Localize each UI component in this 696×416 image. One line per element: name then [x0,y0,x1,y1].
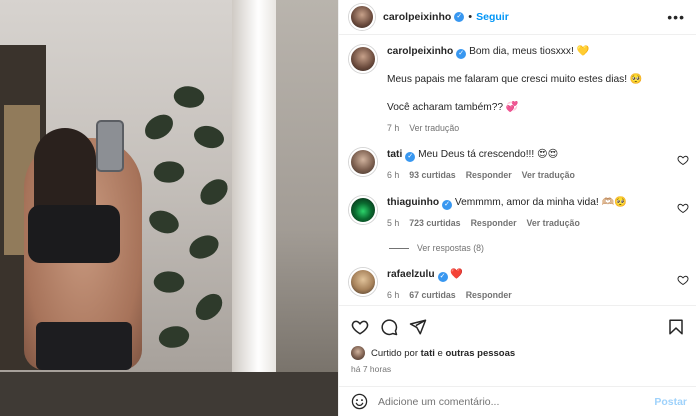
follow-button[interactable]: Seguir [476,11,509,23]
comment-composer: Postar [339,386,696,416]
verified-icon: ✓ [442,200,453,210]
comment-time[interactable]: 6 h [387,168,399,182]
translate-link[interactable]: Ver tradução [522,168,575,182]
share-icon[interactable] [409,318,427,336]
comment-item: tati ✓ Meu Deus tá crescendo!!! 😍😍 6 h 93… [349,148,689,182]
comment-item: thiaguinho ✓ Vemmmm, amor da minha vida! … [349,196,689,230]
heart-icon[interactable] [677,154,689,166]
comment-avatar[interactable] [349,196,377,224]
comment-username[interactable]: tati [387,149,402,160]
post-panel: carolpeixinho ✓ • Seguir ••• carolpeixin… [338,0,696,416]
comment-avatar[interactable] [349,268,377,296]
emoji-icon[interactable] [351,393,368,410]
caption-line1: Bom dia, meus tiosxxx! 💛 [469,46,590,57]
caption-username[interactable]: carolpeixinho [387,46,453,57]
heart-icon[interactable] [677,202,689,214]
bookmark-icon[interactable] [667,318,685,336]
photo-phone [96,120,124,172]
comment-icon[interactable] [380,318,398,336]
liked-by-avatar[interactable] [351,346,365,360]
comment-likes[interactable]: 67 curtidas [409,288,455,302]
comment-username[interactable]: thiaguinho [387,197,439,208]
liked-by-others[interactable]: outras pessoas [445,348,515,359]
heart-icon[interactable] [351,318,369,336]
post-caption: carolpeixinho ✓ Bom dia, meus tiosxxx! 💛 … [349,45,679,135]
translate-link[interactable]: Ver tradução [527,216,580,230]
post-photo[interactable] [0,0,338,416]
caption-translate-link[interactable]: Ver tradução [409,121,459,135]
reply-button[interactable]: Responder [466,168,512,182]
comment-text: Vemmmm, amor da minha vida! 🫶🏼🥺 [454,197,627,208]
comment-likes[interactable]: 723 curtidas [409,216,460,230]
liked-by-prefix: Curtido por [371,347,418,359]
photo-plant [134,81,240,366]
comment-time[interactable]: 6 h [387,288,399,302]
caption-line2: Meus papais me falaram que cresci muito … [387,74,643,85]
comment-username[interactable]: rafaelzulu [387,269,435,280]
reply-button[interactable]: Responder [466,288,512,302]
verified-icon: ✓ [454,12,465,22]
liked-by-user[interactable]: tati [421,348,435,359]
view-replies-label[interactable]: Ver respostas (8) [417,243,484,253]
author-avatar[interactable] [349,4,375,30]
photo-top [28,205,120,263]
comment-item: rafaelzulu ✓ ❤️ 6 h 67 curtidas Responder [349,268,689,302]
verified-icon: ✓ [456,49,467,59]
verified-icon: ✓ [437,272,448,282]
post-header: carolpeixinho ✓ • Seguir ••• [339,0,696,35]
caption-avatar[interactable] [349,45,377,73]
view-replies-link[interactable]: Ver respostas (8) [389,243,484,253]
replies-line [389,247,409,249]
photo-skirt [36,322,132,370]
comment-text: Meu Deus tá crescendo!!! 😍😍 [418,149,559,160]
post-time[interactable]: há 7 horas [351,364,391,374]
caption-time[interactable]: 7 h [387,121,399,135]
comment-input[interactable] [378,395,628,408]
reply-button[interactable]: Responder [471,216,517,230]
heart-icon[interactable] [677,274,689,286]
comment-text: ❤️ [450,269,464,280]
separator-dot: • [468,11,473,23]
author-username[interactable]: carolpeixinho [383,11,451,23]
action-bar [339,305,696,347]
photo-floor [0,372,338,416]
caption-line3: Você acharam também?? 💞 [387,102,519,113]
comment-avatar[interactable] [349,148,377,176]
comment-likes[interactable]: 93 curtidas [409,168,455,182]
liked-by-connector: e [437,347,443,359]
verified-icon: ✓ [405,152,416,162]
comment-time[interactable]: 5 h [387,216,399,230]
post-button[interactable]: Postar [654,396,687,408]
more-icon[interactable]: ••• [667,9,685,25]
liked-by-row: Curtido por tati e outras pessoas [351,346,515,360]
